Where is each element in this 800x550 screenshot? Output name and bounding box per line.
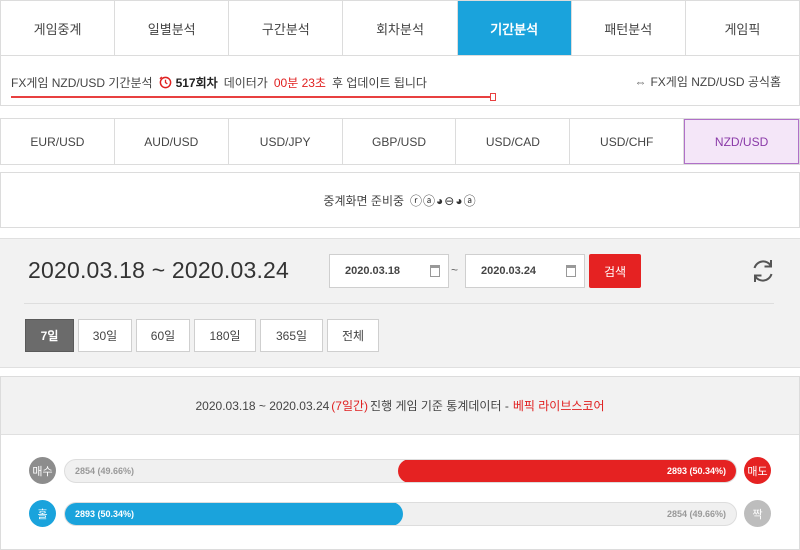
tab-game-pick[interactable]: 게임픽: [686, 1, 799, 55]
range-7d-button[interactable]: 7일: [25, 319, 74, 352]
notice-text: FX게임 NZD/USD 기간분석 517회차 데이터가 00분 23초 후 업…: [11, 74, 427, 91]
tab-daily-analysis[interactable]: 일별분석: [115, 1, 230, 55]
loading-dots-icon: ⓡⓐ◕⊖◕ⓐ: [410, 193, 477, 208]
refresh-icon[interactable]: [749, 257, 777, 285]
official-home-label: FX게임 NZD/USD 공식홈: [650, 75, 781, 89]
tab-pattern-analysis[interactable]: 패턴분석: [572, 1, 686, 55]
period-selector: 2020.03.18 ~ 2020.03.24 2020.03.18 ~ 202…: [0, 238, 800, 368]
pair-tab-eurusd[interactable]: EUR/USD: [1, 119, 115, 164]
end-date-value: 2020.03.24: [481, 265, 537, 277]
update-notice: FX게임 NZD/USD 기간분석 517회차 데이터가 00분 23초 후 업…: [0, 56, 800, 106]
main-tab-bar: 게임중계 일별분석 구간분석 회차분석 기간분석 패턴분석 게임픽: [0, 0, 800, 56]
buy-count: 2854 (49.66%): [75, 466, 135, 476]
odd-even-track: 2893 (50.34%) 2854 (49.66%): [64, 502, 737, 526]
even-count: 2854 (49.66%): [666, 509, 726, 519]
period-title: 2020.03.18 ~ 2020.03.24: [28, 257, 290, 283]
range-60d-button[interactable]: 60일: [136, 319, 190, 352]
stats-days: (7일간): [331, 399, 369, 413]
notice-countdown: 00분 23초: [273, 76, 326, 90]
stats-brand: 베픽 라이브스코어: [512, 399, 605, 413]
notice-suffix: 후 업데이트 됩니다: [331, 76, 427, 90]
notice-round: 517회차: [175, 76, 218, 90]
search-button[interactable]: 검색: [589, 254, 641, 288]
odd-badge: 홀: [29, 500, 56, 527]
end-date-input[interactable]: 2020.03.24: [465, 254, 585, 288]
notice-prefix: FX게임 NZD/USD 기간분석: [11, 76, 153, 90]
notice-middle: 데이터가: [223, 76, 268, 90]
tab-round-analysis[interactable]: 회차분석: [343, 1, 458, 55]
pair-tab-usdjpy[interactable]: USD/JPY: [229, 119, 343, 164]
relay-status-text: 중계화면 준비중: [323, 193, 405, 208]
odd-count: 2893 (50.34%): [75, 509, 135, 519]
buy-sell-track: 2854 (49.66%) 2893 (50.34%): [64, 459, 737, 483]
fx-logo-icon: ⇔: [634, 74, 647, 89]
clock-icon: [159, 76, 172, 89]
buy-sell-row: 매수 2854 (49.66%) 2893 (50.34%) 매도: [29, 457, 771, 485]
range-365d-button[interactable]: 365일: [260, 319, 323, 352]
date-range-separator: ~: [451, 263, 459, 277]
pair-tab-audusd[interactable]: AUD/USD: [115, 119, 229, 164]
pair-tab-nzdusd[interactable]: NZD/USD: [684, 119, 800, 164]
odd-even-row: 홀 2893 (50.34%) 2854 (49.66%) 짝: [29, 500, 771, 528]
start-date-value: 2020.03.18: [345, 265, 401, 277]
period-divider: [24, 303, 774, 304]
tab-live[interactable]: 게임중계: [1, 1, 116, 55]
pair-tab-gbpusd[interactable]: GBP/USD: [343, 119, 457, 164]
update-progress-bar: [11, 96, 492, 98]
sell-badge: 매도: [744, 457, 771, 484]
tab-period-analysis[interactable]: 기간분석: [457, 1, 572, 55]
calendar-icon: [566, 265, 576, 277]
even-badge: 짝: [744, 500, 771, 527]
stats-panel: 2020.03.18 ~ 2020.03.24 (7일간) 진행 게임 기준 통…: [0, 376, 800, 550]
sell-count: 2893 (50.34%): [666, 466, 726, 476]
stats-description: 진행 게임 기준 통계데이터 -: [370, 399, 509, 413]
range-button-group: 7일 30일 60일 180일 365일 전체: [25, 319, 383, 352]
tab-section-analysis[interactable]: 구간분석: [229, 1, 344, 55]
pair-tab-usdchf[interactable]: USD/CHF: [570, 119, 685, 164]
stats-range: 2020.03.18 ~ 2020.03.24: [195, 398, 330, 413]
start-date-input[interactable]: 2020.03.18: [329, 254, 449, 288]
range-30d-button[interactable]: 30일: [78, 319, 132, 352]
pair-tab-usdcad[interactable]: USD/CAD: [456, 119, 571, 164]
buy-badge: 매수: [29, 457, 56, 484]
range-all-button[interactable]: 전체: [327, 319, 379, 352]
progress-marker: [490, 93, 496, 101]
relay-status-box: 중계화면 준비중 ⓡⓐ◕⊖◕ⓐ: [0, 172, 800, 228]
currency-pair-tabs: EUR/USD AUD/USD USD/JPY GBP/USD USD/CAD …: [0, 118, 800, 165]
stats-header: 2020.03.18 ~ 2020.03.24 (7일간) 진행 게임 기준 통…: [1, 377, 799, 435]
calendar-icon: [430, 265, 440, 277]
range-180d-button[interactable]: 180일: [194, 319, 256, 352]
official-home-link[interactable]: ⇔ FX게임 NZD/USD 공식홈: [634, 73, 781, 90]
